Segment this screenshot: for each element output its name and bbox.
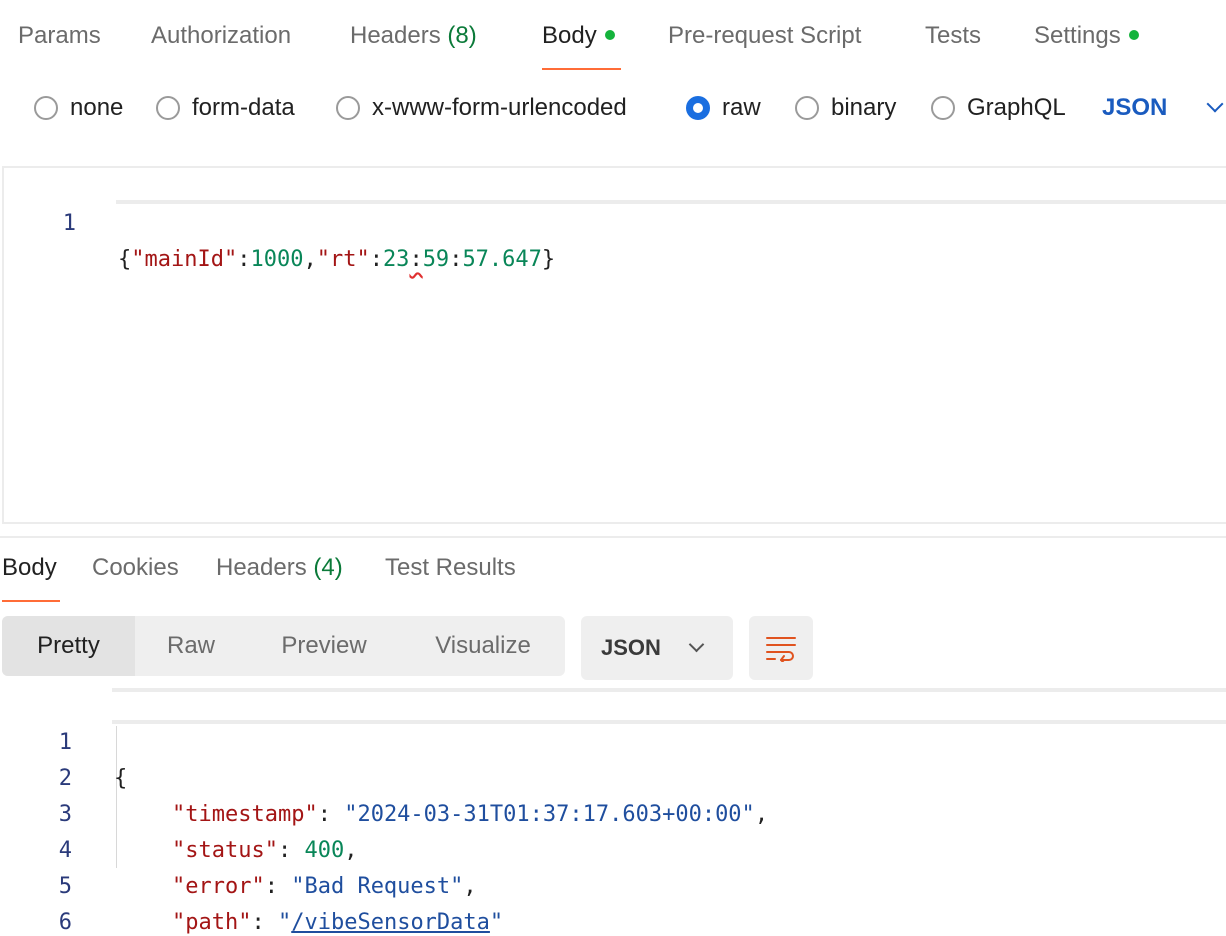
response-tab-headers[interactable]: Headers (4) <box>216 554 343 602</box>
wrap-lines-button[interactable] <box>749 616 813 680</box>
tab-authorization[interactable]: Authorization <box>151 22 291 70</box>
tab-label: Headers <box>350 22 441 49</box>
json-brace: { <box>118 247 132 272</box>
line-number: 6 <box>58 910 72 935</box>
radio-circle[interactable] <box>795 96 819 120</box>
tab-label: Body <box>542 22 597 49</box>
code-line: 4 "error": "Bad Request", <box>0 797 1226 899</box>
request-body-editor[interactable]: 1 {"mainId":1000,"rt":23:59:57.647} <box>2 166 1226 524</box>
json-key: "mainId" <box>131 247 238 272</box>
view-raw-button[interactable]: Raw <box>135 616 247 676</box>
tab-body[interactable]: Body <box>542 22 621 70</box>
json-number: 23 <box>382 247 410 272</box>
radio-circle-checked[interactable] <box>686 96 710 120</box>
chevron-down-icon <box>688 636 705 652</box>
tab-label: Pre-request Script <box>668 22 862 49</box>
radio-circle[interactable] <box>336 96 360 120</box>
radio-label: GraphQL <box>967 94 1066 121</box>
button-label: Preview <box>281 632 367 659</box>
tab-label: Body <box>2 554 57 581</box>
text-wrap-icon <box>766 637 796 662</box>
raw-format-dropdown[interactable]: JSON <box>1102 94 1224 122</box>
body-indicator-dot <box>604 29 615 40</box>
radio-form-data[interactable]: form-data <box>156 94 295 122</box>
active-tab-underline <box>542 68 621 70</box>
tab-params[interactable]: Params <box>18 22 101 70</box>
json-colon: : <box>237 247 251 272</box>
button-label: Raw <box>166 632 215 659</box>
tab-label: Settings <box>1034 22 1121 49</box>
view-preview-button[interactable]: Preview <box>247 616 401 676</box>
tab-label: Tests <box>925 22 982 49</box>
radio-label: none <box>70 94 124 121</box>
response-body-viewer[interactable]: 1 { 2 "timestamp": "2024-03-31T01:37:17.… <box>0 688 1226 936</box>
json-colon: : <box>449 247 463 272</box>
tab-headers[interactable]: Headers (8) <box>350 22 477 70</box>
tab-label: Authorization <box>151 22 292 49</box>
json-colon: : <box>251 910 278 935</box>
json-brace: } <box>541 247 556 272</box>
json-quote: " <box>489 910 504 935</box>
json-number: 1000 <box>250 247 304 272</box>
radio-binary[interactable]: binary <box>795 94 896 122</box>
headers-count: (8) <box>447 22 477 49</box>
response-format-label: JSON <box>601 635 661 660</box>
view-mode-group: Pretty Raw Preview Visualize <box>2 616 565 676</box>
request-tabs: Params Authorization Headers (8) Body Pr… <box>0 0 1226 72</box>
tab-label: Test Results <box>385 554 516 581</box>
tab-settings[interactable]: Settings <box>1034 22 1139 70</box>
json-key: "rt" <box>316 247 370 272</box>
json-number: 57.647 <box>462 247 542 272</box>
active-tab-underline <box>2 600 60 602</box>
radio-circle[interactable] <box>34 96 58 120</box>
radio-label: raw <box>722 94 761 121</box>
view-pretty-button[interactable]: Pretty <box>2 616 135 676</box>
raw-format-label: JSON <box>1102 94 1168 121</box>
button-label: Visualize <box>435 632 531 659</box>
syntax-error-marker: : <box>409 247 423 272</box>
code-content: "path": "/vibeSensorData" <box>172 905 503 936</box>
json-colon: : <box>369 247 383 272</box>
radio-none[interactable]: none <box>34 94 123 122</box>
tab-pre-request-script[interactable]: Pre-request Script <box>668 22 861 70</box>
json-key: "path" <box>172 910 252 935</box>
response-tabs: Body Cookies Headers (4) Test Results <box>0 536 1226 602</box>
json-comma: , <box>303 247 317 272</box>
radio-graphql[interactable]: GraphQL <box>931 94 1066 122</box>
code-line: 6 } <box>0 869 1226 935</box>
code-line: 1 { <box>0 689 1226 791</box>
tab-label: Params <box>18 22 101 49</box>
code-line: 5 "path": "/vibeSensorData" <box>0 833 1226 935</box>
code-line: 1 {"mainId":1000,"rt":23:59:57.647} <box>4 170 1226 272</box>
response-tab-test-results[interactable]: Test Results <box>385 554 516 602</box>
settings-indicator-dot <box>1128 29 1139 40</box>
chevron-down-icon <box>1206 95 1224 113</box>
radio-label: binary <box>831 94 897 121</box>
response-format-dropdown[interactable]: JSON <box>581 616 733 680</box>
tab-label: Headers <box>216 554 307 581</box>
radio-raw[interactable]: raw <box>686 94 761 122</box>
path-link[interactable]: /vibeSensorData <box>291 910 490 935</box>
radio-circle[interactable] <box>931 96 955 120</box>
radio-x-www-form-urlencoded[interactable]: x-www-form-urlencoded <box>336 94 627 122</box>
code-line: 3 "status": 400, <box>0 761 1226 863</box>
body-type-selector: none form-data x-www-form-urlencoded raw… <box>0 86 1226 134</box>
view-visualize-button[interactable]: Visualize <box>401 616 565 676</box>
headers-count: (4) <box>313 554 343 581</box>
code-line: 2 "timestamp": "2024-03-31T01:37:17.603+… <box>0 725 1226 827</box>
line-number: 1 <box>62 211 76 236</box>
radio-circle[interactable] <box>156 96 180 120</box>
response-tab-body[interactable]: Body <box>2 554 60 602</box>
radio-label: x-www-form-urlencoded <box>372 94 627 121</box>
radio-label: form-data <box>192 94 295 121</box>
tab-label: Cookies <box>92 554 179 581</box>
response-tab-cookies[interactable]: Cookies <box>92 554 179 602</box>
code-content: {"mainId":1000,"rt":23:59:57.647} <box>118 242 555 278</box>
button-label: Pretty <box>37 632 100 659</box>
tab-tests[interactable]: Tests <box>925 22 981 70</box>
json-quote: " <box>277 910 292 935</box>
json-number: 59 <box>422 247 450 272</box>
